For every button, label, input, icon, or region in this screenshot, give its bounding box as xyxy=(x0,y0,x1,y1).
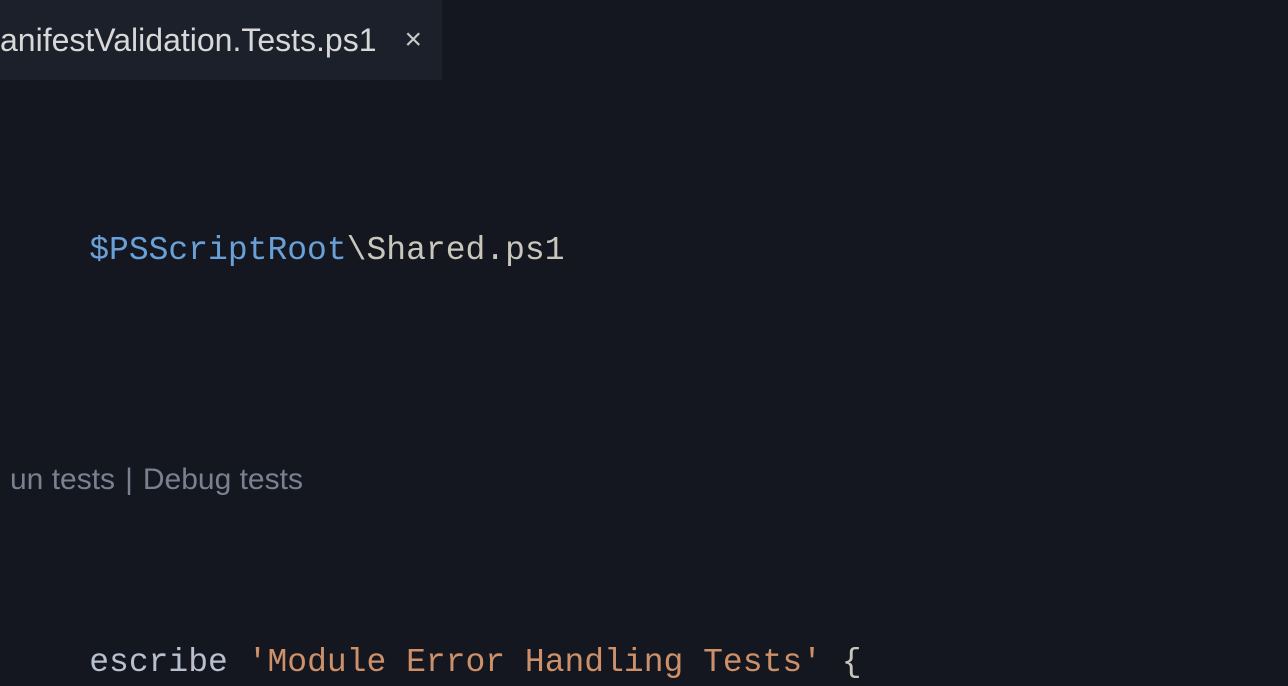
brace-token: { xyxy=(822,644,862,681)
codelens-run-tests[interactable]: un tests xyxy=(10,457,115,503)
close-icon[interactable]: × xyxy=(405,25,423,55)
variable-token: $PSScriptRoot xyxy=(89,232,346,269)
code-editor[interactable]: $PSScriptRoot\Shared.ps1 un tests | Debu… xyxy=(0,80,1288,686)
code-line: $PSScriptRoot\Shared.ps1 xyxy=(10,182,1288,228)
tab-filename: anifestValidation.Tests.ps1 xyxy=(0,22,377,59)
tab-bar: anifestValidation.Tests.ps1 × xyxy=(0,0,1288,80)
codelens-debug-tests[interactable]: Debug tests xyxy=(143,457,303,503)
codelens-row: un tests | Debug tests xyxy=(10,458,1288,502)
text-token: \Shared.ps1 xyxy=(347,232,565,269)
code-line: escribe 'Module Error Handling Tests' { xyxy=(10,594,1288,640)
string-token: 'Module Error Handling Tests' xyxy=(248,644,822,681)
codelens-separator: | xyxy=(125,457,133,503)
keyword-describe: escribe xyxy=(89,644,228,681)
blank-line xyxy=(10,320,1288,366)
editor-tab[interactable]: anifestValidation.Tests.ps1 × xyxy=(0,0,442,80)
